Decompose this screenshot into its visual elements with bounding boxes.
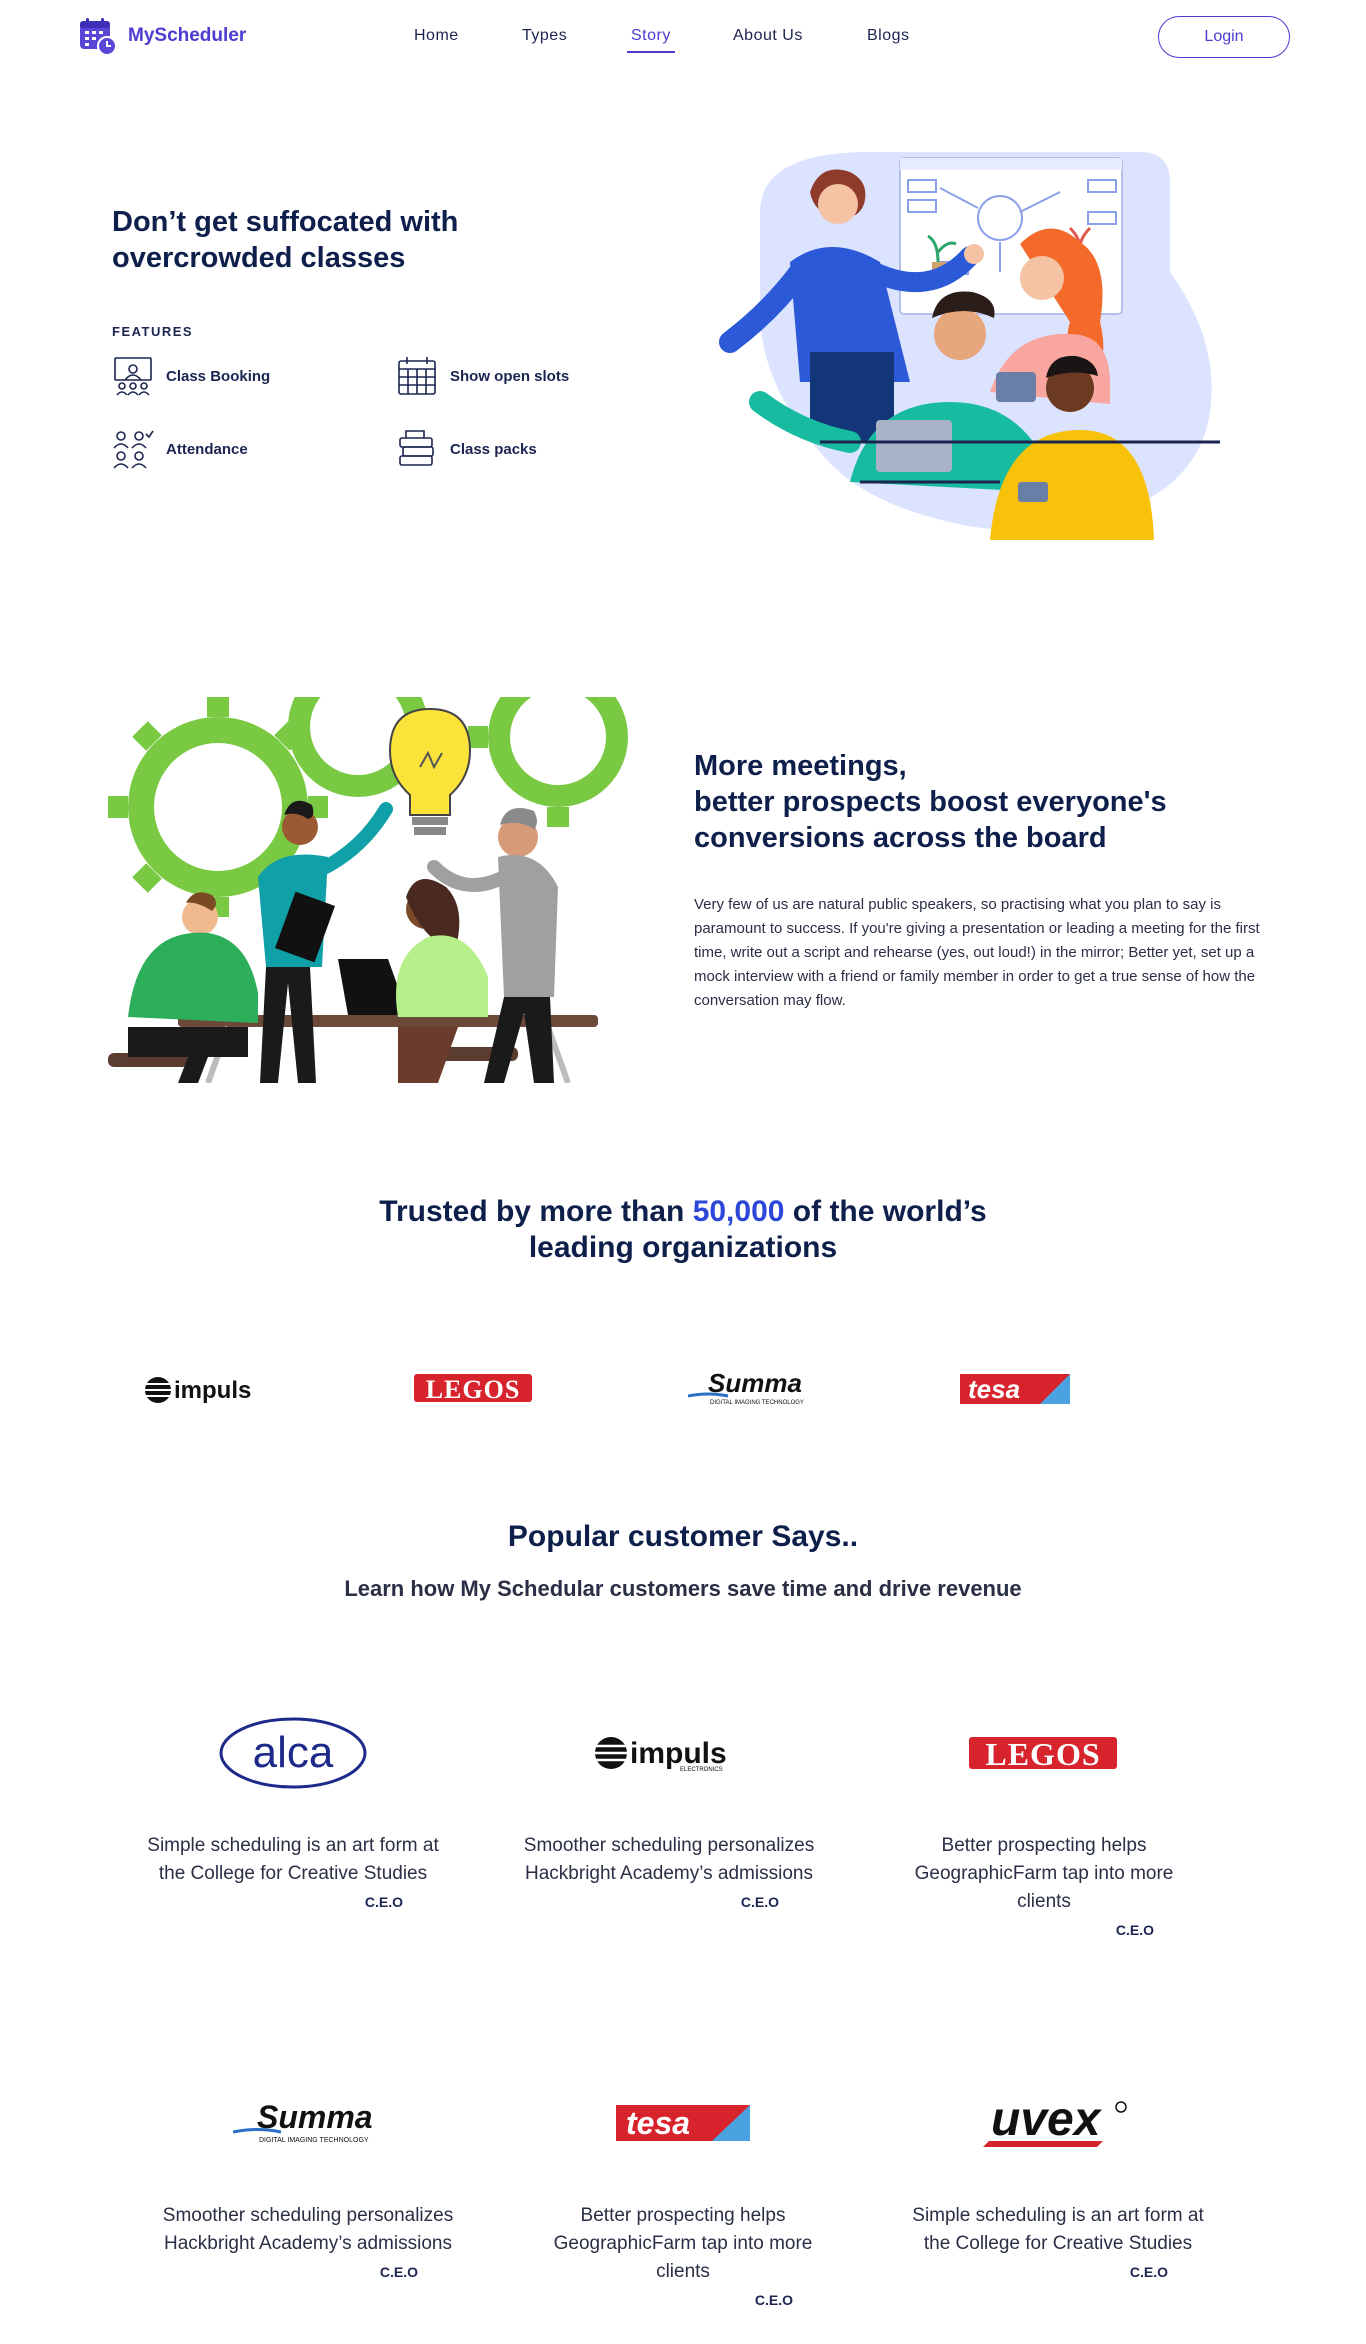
legos-logo: LEGOS	[969, 1736, 1117, 1771]
card-role: C.E.O	[379, 2264, 418, 2280]
classroom-icon	[114, 357, 152, 396]
section-title: More meetings, better prospects boost ev…	[694, 748, 1294, 856]
impuls-small-text: ELECTRONICS	[680, 1767, 723, 1773]
brand-text: LEGOS	[426, 1375, 521, 1404]
team-brainstorm-illustration	[108, 697, 628, 1083]
hero-title: Don’t get suffocated with overcrowded cl…	[112, 206, 459, 274]
trusted-line2: leading organizations	[528, 1231, 838, 1264]
title-line: better prospects boost everyone's	[694, 786, 1167, 818]
card-quote: Smoother scheduling personalizes Hackbri…	[523, 1835, 815, 1884]
card-logo-text: tesa	[626, 2105, 690, 2141]
card-logo-text: impuls	[630, 1737, 727, 1770]
calendar-grid-icon	[398, 357, 436, 395]
login-button[interactable]: Login	[1158, 16, 1290, 58]
card-logo-text: Summa	[257, 2100, 373, 2135]
nav-link-home[interactable]: Home	[414, 27, 459, 45]
trusted-highlight: 50,000	[692, 1195, 785, 1228]
feature-label: Class Booking	[166, 367, 271, 385]
testimonial-card[interactable]: LEGOS Better prospecting helps Geographi…	[894, 1708, 1194, 1938]
testimonial-card[interactable]: alca Simple scheduling is an art form at…	[143, 1708, 443, 1910]
alca-logo: alca	[219, 1717, 367, 1789]
group-attendance-icon	[113, 430, 154, 469]
card-role: C.E.O	[1129, 2264, 1168, 2280]
card-role: C.E.O	[1115, 1922, 1154, 1938]
brand-name: MyScheduler	[128, 25, 247, 46]
book-stack-icon	[399, 430, 434, 466]
testimonial-card[interactable]: Summa DIGITAL IMAGING TECHNOLOGY Smoothe…	[158, 2078, 458, 2280]
card-quote: Smoother scheduling personalizes Hackbri…	[162, 2205, 454, 2254]
card-quote: Simple scheduling is an art form at the …	[912, 2205, 1204, 2254]
trusted-post: of the world’s	[784, 1195, 987, 1228]
title-line: conversions across the board	[694, 822, 1107, 854]
card-logo: LEGOS	[894, 1708, 1194, 1798]
brand-logo-summa: Summa DIGITAL IMAGING TECHNOLOGY	[688, 1368, 812, 1408]
testimonials-title: Popular customer Says..	[507, 1520, 859, 1553]
legos-logo: LEGOS	[414, 1374, 532, 1404]
trusted-heading: Trusted by more than 50,000 of the world…	[0, 1194, 1366, 1266]
impuls-logo: impuls ELECTRONICS	[595, 1737, 727, 1773]
feature-label: Class packs	[450, 440, 537, 458]
brand-logo[interactable]: MyScheduler	[78, 16, 246, 56]
uvex-logo: uvex	[983, 2093, 1127, 2147]
summa-small-text: DIGITAL IMAGING TECHNOLOGY	[259, 2137, 369, 2144]
feature-label: Attendance	[166, 440, 248, 458]
brand-text: Summa	[708, 1368, 802, 1398]
brand-text: tesa	[968, 1374, 1020, 1404]
top-nav: MyScheduler Home Types Story About Us Bl…	[0, 0, 1366, 76]
card-quote: Better prospecting helps GeographicFarm …	[914, 1835, 1174, 1912]
brand-logo-tesa: tesa	[960, 1374, 1070, 1404]
nav-link-blogs[interactable]: Blogs	[867, 27, 910, 45]
feature-attendance: Attendance	[112, 428, 248, 470]
impuls-logo: impuls	[145, 1377, 251, 1404]
nav-link-story[interactable]: Story	[627, 27, 675, 53]
tesa-logo: tesa	[960, 1374, 1070, 1404]
nav-link-types[interactable]: Types	[522, 27, 567, 45]
card-quote: Simple scheduling is an art form at the …	[147, 1835, 439, 1884]
card-logo-text: alca	[253, 1728, 334, 1777]
feature-label: Show open slots	[450, 367, 570, 385]
card-logo: Summa DIGITAL IMAGING TECHNOLOGY	[158, 2078, 458, 2168]
card-logo: uvex	[908, 2078, 1208, 2168]
title-line: More meetings,	[694, 750, 907, 782]
trusted-pre: Trusted by more than	[379, 1195, 693, 1228]
calendar-clock-icon	[80, 18, 117, 56]
features-label: FEATURES	[112, 324, 194, 339]
summa-logo: Summa DIGITAL IMAGING TECHNOLOGY	[233, 2100, 373, 2144]
testimonials-subtitle: Learn how My Schedular customers save ti…	[344, 1576, 1022, 1601]
testimonial-card[interactable]: uvex Simple scheduling is an art form at…	[908, 2078, 1208, 2280]
tesa-logo: tesa	[616, 2105, 750, 2141]
brand-logo-legos: LEGOS	[414, 1372, 534, 1404]
testimonial-card[interactable]: tesa Better prospecting helps Geographic…	[533, 2078, 833, 2308]
card-role: C.E.O	[364, 1894, 403, 1910]
brand-logo-impuls: impuls	[144, 1372, 264, 1408]
card-role: C.E.O	[740, 1894, 779, 1910]
feature-class-booking: Class Booking	[112, 355, 270, 397]
card-logo: alca	[143, 1708, 443, 1798]
section-paragraph: Very few of us are natural public speake…	[694, 896, 1260, 1009]
testimonial-card[interactable]: impuls ELECTRONICS Smoother scheduling p…	[519, 1708, 819, 1910]
card-logo: impuls ELECTRONICS	[519, 1708, 819, 1798]
feature-show-open-slots: Show open slots	[396, 355, 569, 397]
card-role: C.E.O	[754, 2292, 793, 2308]
summa-logo: Summa DIGITAL IMAGING TECHNOLOGY	[688, 1368, 804, 1406]
card-quote: Better prospecting helps GeographicFarm …	[553, 2205, 813, 2282]
card-logo-text: uvex	[991, 2093, 1103, 2146]
nav-link-about-us[interactable]: About Us	[733, 27, 803, 45]
brand-text: impuls	[174, 1377, 251, 1404]
card-logo-text: LEGOS	[985, 1736, 1100, 1771]
classroom-illustration	[719, 152, 1220, 540]
feature-class-packs: Class packs	[396, 428, 537, 470]
summa-small-text: DIGITAL IMAGING TECHNOLOGY	[710, 1400, 804, 1406]
card-logo: tesa	[533, 2078, 833, 2168]
